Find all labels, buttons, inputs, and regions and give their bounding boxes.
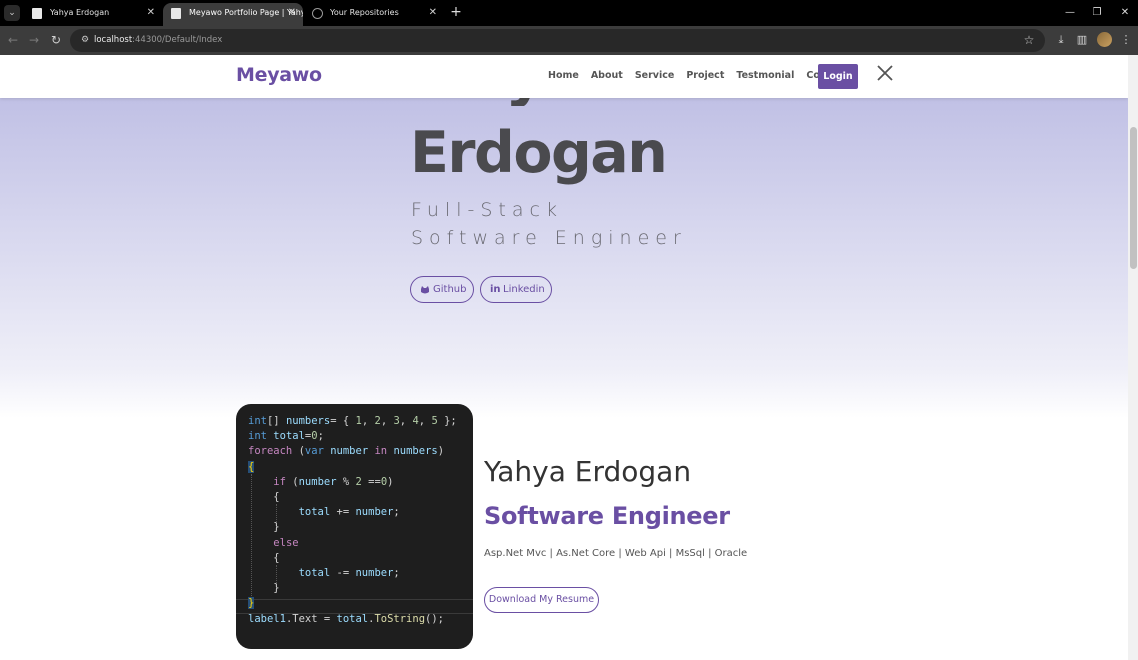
- nav-link-service[interactable]: Service: [635, 70, 675, 81]
- tab-title: Your Repositories: [330, 8, 399, 17]
- address-bar[interactable]: ⚙ localhost:44300/Default/Index ☆: [70, 29, 1045, 52]
- address-url[interactable]: localhost:44300/Default/Index: [94, 29, 222, 52]
- browser-tab-yahya-erdogan[interactable]: Yahya Erdogan ✕: [24, 3, 162, 26]
- close-window-icon[interactable]: ✕: [1112, 0, 1138, 26]
- browser-toolbar: ← → ↻ ⚙ localhost:44300/Default/Index ☆ …: [0, 26, 1138, 55]
- page-scrollbar-thumb[interactable]: [1130, 127, 1137, 269]
- github-favicon-icon: [312, 8, 323, 19]
- nav-link-home[interactable]: Home: [548, 70, 579, 81]
- page-favicon-icon: [32, 8, 42, 19]
- about-role: Software Engineer: [484, 502, 730, 530]
- new-tab-plus-icon[interactable]: +: [449, 3, 463, 21]
- profile-avatar[interactable]: [1097, 32, 1112, 47]
- side-panel-icon[interactable]: ▥: [1074, 32, 1090, 48]
- browser-menu-icon[interactable]: ⋮: [1118, 32, 1134, 48]
- tab-title: Yahya Erdogan: [50, 8, 110, 17]
- bookmark-star-icon[interactable]: ☆: [1021, 32, 1037, 48]
- tab-close-icon[interactable]: ✕: [147, 3, 155, 23]
- github-button[interactable]: Github: [410, 276, 474, 303]
- restore-window-icon[interactable]: ❐: [1084, 0, 1110, 26]
- linkedin-icon: in: [490, 284, 501, 295]
- minimize-window-icon[interactable]: —: [1057, 0, 1083, 26]
- browser-tab-meyawo-portfolio[interactable]: Meyawo Portfolio Page | Yahya ✕: [163, 3, 303, 26]
- login-button[interactable]: Login: [818, 64, 858, 89]
- site-brand-logo[interactable]: Meyawo: [236, 64, 322, 86]
- hero-last-name: Erdogan: [410, 120, 668, 186]
- about-skills: Asp.Net Mvc | As.Net Core | Web Api | Ms…: [484, 548, 748, 559]
- download-resume-button[interactable]: Download My Resume: [484, 587, 599, 613]
- reload-icon[interactable]: ↻: [48, 32, 64, 48]
- tab-close-icon[interactable]: ✕: [429, 3, 437, 23]
- nav-link-testimonial[interactable]: Testmonial: [736, 70, 794, 81]
- download-icon[interactable]: ⤓: [1053, 32, 1069, 48]
- tab-search-chevron-icon[interactable]: ⌄: [4, 5, 20, 21]
- close-menu-icon[interactable]: [875, 63, 895, 83]
- page-favicon-icon: [171, 8, 181, 19]
- tab-title: Meyawo Portfolio Page | Yahya: [189, 8, 303, 17]
- about-name: Yahya Erdogan: [484, 455, 692, 488]
- back-arrow-icon[interactable]: ←: [5, 32, 21, 48]
- page-viewport: y Erdogan Full-Stack Software Engineer G…: [0, 55, 1128, 660]
- site-navbar: Meyawo Home About Service Project Testmo…: [0, 55, 1128, 98]
- code-lines: int[] numbers= { 1, 2, 3, 4, 5 }; int to…: [248, 415, 457, 625]
- github-icon: [420, 277, 430, 305]
- nav-link-about[interactable]: About: [591, 70, 623, 81]
- linkedin-button[interactable]: in Linkedin: [480, 276, 552, 303]
- browser-tab-your-repositories[interactable]: Your Repositories ✕: [304, 3, 444, 26]
- tab-close-icon[interactable]: ✕: [288, 3, 296, 23]
- site-nav-links: Home About Service Project Testmonial Co…: [548, 70, 860, 81]
- hero-subtitle: Full-Stack Software Engineer: [411, 199, 687, 249]
- code-snippet-image: int[] numbers= { 1, 2, 3, 4, 5 }; int to…: [236, 404, 473, 649]
- forward-arrow-icon[interactable]: →: [26, 32, 42, 48]
- site-info-icon[interactable]: ⚙: [79, 34, 91, 46]
- nav-link-project[interactable]: Project: [686, 70, 724, 81]
- browser-tab-bar: ⌄ Yahya Erdogan ✕ Meyawo Portfolio Page …: [0, 0, 1138, 26]
